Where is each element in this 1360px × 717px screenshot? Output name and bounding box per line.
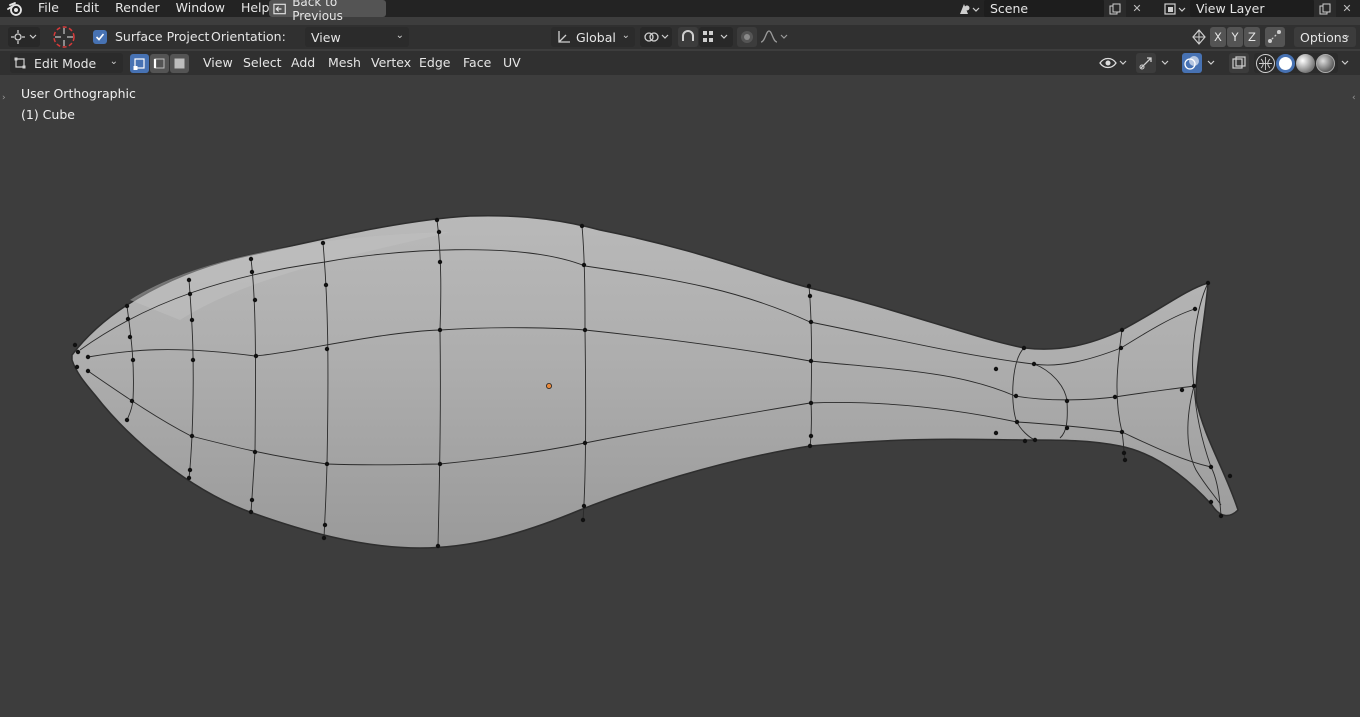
- xray-icon[interactable]: [1229, 53, 1249, 73]
- header-menu-mesh[interactable]: Mesh: [322, 53, 367, 73]
- surface-project-checkbox[interactable]: [93, 30, 107, 44]
- cursor-tool-icon[interactable]: [52, 25, 76, 49]
- chevron-down-icon: ⌄: [395, 30, 404, 41]
- back-arrow-icon: [273, 3, 286, 14]
- view-layer-name-field[interactable]: View Layer: [1190, 0, 1314, 17]
- mirror-z-toggle[interactable]: Z: [1244, 27, 1260, 47]
- chevron-down-icon[interactable]: [1338, 53, 1354, 73]
- menu-file[interactable]: File: [30, 0, 67, 17]
- viewport-header: Edit Mode ⌄ View Select Add Mesh Vertex …: [0, 51, 1360, 75]
- pivot-point-button[interactable]: [640, 27, 672, 47]
- magnet-icon[interactable]: [678, 27, 698, 47]
- object-label: (1) Cube: [21, 107, 75, 122]
- pivot-icon: [644, 32, 669, 42]
- mode-value: Edit Mode: [34, 55, 97, 71]
- scene-name-field[interactable]: Scene: [984, 0, 1104, 17]
- fish-mesh[interactable]: [0, 75, 1360, 717]
- view-layer-icon[interactable]: [1160, 0, 1190, 17]
- back-to-previous-button[interactable]: Back to Previous: [269, 0, 386, 23]
- proportional-edit-icon[interactable]: [737, 27, 757, 47]
- mirror-x-toggle[interactable]: X: [1210, 27, 1226, 47]
- axis-orientation-icon: [558, 31, 570, 43]
- topology-mirror-icon[interactable]: [1265, 27, 1285, 47]
- solid-shading-icon[interactable]: [1276, 54, 1295, 73]
- scene-icon[interactable]: [954, 0, 984, 17]
- surface-project-label: Surface Project: [115, 29, 210, 44]
- falloff-curve-icon: [760, 30, 788, 43]
- eye-icon[interactable]: [1098, 53, 1130, 73]
- orientation-label: Orientation:: [211, 29, 286, 44]
- delete-view-layer-icon[interactable]: ✕: [1336, 0, 1358, 17]
- chevron-down-icon: ⌄: [621, 30, 630, 41]
- transform-orientation-dropdown[interactable]: Global ⌄: [551, 27, 635, 47]
- header-menu-view[interactable]: View: [197, 53, 239, 73]
- mirror-y-toggle[interactable]: Y: [1227, 27, 1243, 47]
- 3d-viewport[interactable]: User Orthographic (1) Cube › ‹: [0, 75, 1360, 717]
- chevron-down-icon[interactable]: [1158, 53, 1174, 73]
- orientation-value: View: [311, 29, 341, 45]
- toolbar-expand-arrow-icon[interactable]: ›: [2, 93, 6, 103]
- menu-render[interactable]: Render: [107, 0, 168, 17]
- view-layer-selector[interactable]: View Layer ✕: [1160, 0, 1358, 17]
- vertex-select-mode-icon[interactable]: [130, 54, 149, 73]
- edge-select-mode-icon[interactable]: [150, 54, 169, 73]
- sidebar-expand-arrow-icon[interactable]: ‹: [1352, 93, 1356, 103]
- object-origin-icon[interactable]: [546, 382, 553, 389]
- options-label: Options: [1300, 29, 1349, 45]
- top-menu-bar: File Edit Render Window Help Back to Pre…: [0, 0, 1360, 23]
- mode-dropdown[interactable]: Edit Mode ⌄: [10, 53, 123, 73]
- options-dropdown[interactable]: Options ⌄: [1294, 27, 1356, 47]
- proportional-falloff-button[interactable]: [759, 27, 791, 47]
- header-menu-vertex[interactable]: Vertex: [365, 53, 417, 73]
- editor-type-button[interactable]: [8, 27, 40, 47]
- scene-selector[interactable]: Scene ✕: [954, 0, 1148, 17]
- rendered-shading-icon[interactable]: [1316, 54, 1335, 73]
- new-view-layer-icon[interactable]: [1314, 0, 1336, 17]
- overlays-icon[interactable]: [1182, 53, 1202, 73]
- blender-logo-icon[interactable]: [0, 0, 30, 17]
- edit-mode-icon: [14, 57, 26, 69]
- transform-orientation-value: Global: [576, 29, 616, 45]
- mirror-axis-icon: [1189, 27, 1209, 47]
- new-scene-icon[interactable]: [1104, 0, 1126, 17]
- snap-grid-icon: [703, 31, 728, 42]
- chevron-down-icon: ⌄: [109, 56, 118, 67]
- header-menu-add[interactable]: Add: [285, 53, 321, 73]
- header-menu-uv[interactable]: UV: [497, 53, 527, 73]
- chevron-down-icon: ⌄: [1342, 30, 1351, 41]
- orientation-dropdown[interactable]: View ⌄: [305, 27, 409, 47]
- header-menu-edge[interactable]: Edge: [413, 53, 456, 73]
- snap-target-button[interactable]: [699, 27, 733, 47]
- tool-settings-bar: Surface Project Orientation: View ⌄ Glob…: [0, 25, 1360, 49]
- menu-window[interactable]: Window: [168, 0, 233, 17]
- material-shading-icon[interactable]: [1296, 54, 1315, 73]
- menu-edit[interactable]: Edit: [67, 0, 107, 17]
- header-menu-face[interactable]: Face: [457, 53, 497, 73]
- delete-scene-icon[interactable]: ✕: [1126, 0, 1148, 17]
- wireframe-shading-icon[interactable]: [1256, 54, 1275, 73]
- viewport-editor-icon: [11, 30, 37, 44]
- face-select-mode-icon[interactable]: [170, 54, 189, 73]
- chevron-down-icon[interactable]: [1204, 53, 1220, 73]
- gizmo-icon[interactable]: [1136, 53, 1156, 73]
- header-menu-select[interactable]: Select: [237, 53, 288, 73]
- back-to-previous-label: Back to Previous: [292, 0, 343, 23]
- view-name-label: User Orthographic: [21, 86, 136, 101]
